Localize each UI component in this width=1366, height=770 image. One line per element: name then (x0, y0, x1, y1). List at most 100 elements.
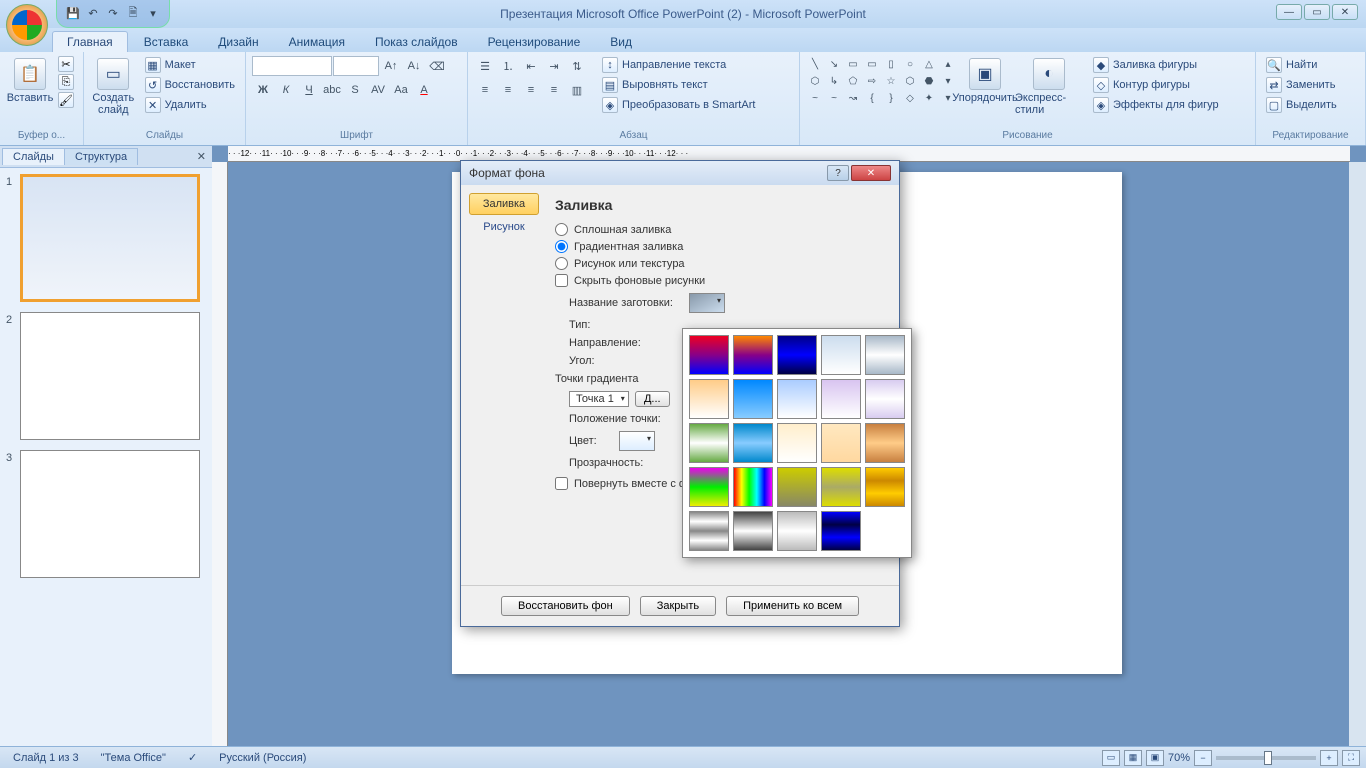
gradient-preset-9[interactable] (821, 379, 861, 419)
bold-icon[interactable]: Ж (252, 80, 274, 100)
preset-dropdown[interactable] (689, 293, 725, 313)
tab-slideshow[interactable]: Показ слайдов (361, 32, 472, 52)
gradient-preset-23[interactable] (777, 511, 817, 551)
new-slide-button[interactable]: ▭ Создать слайд (90, 56, 137, 118)
case-icon[interactable]: Aa (390, 80, 412, 100)
gradient-preset-12[interactable] (733, 423, 773, 463)
gradient-preset-22[interactable] (733, 511, 773, 551)
tab-animation[interactable]: Анимация (275, 32, 359, 52)
select-button[interactable]: ▢Выделить (1262, 96, 1341, 114)
clear-format-icon[interactable]: ⌫ (426, 56, 448, 76)
zoom-level[interactable]: 70% (1168, 752, 1190, 764)
slides-tab[interactable]: Слайды (2, 148, 65, 165)
gradient-fill-radio[interactable]: Градиентная заливка (555, 240, 883, 253)
gradient-preset-14[interactable] (821, 423, 861, 463)
slide-counter[interactable]: Слайд 1 из 3 (6, 749, 86, 767)
shape-effects-button[interactable]: ◈Эффекты для фигур (1089, 96, 1223, 114)
fit-view-icon[interactable]: ⛶ (1342, 750, 1360, 766)
decrease-indent-icon[interactable]: ⇤ (520, 56, 542, 76)
gradient-preset-21[interactable] (689, 511, 729, 551)
find-button[interactable]: 🔍Найти (1262, 56, 1341, 74)
zoom-slider[interactable] (1216, 756, 1316, 760)
office-button[interactable] (6, 4, 48, 46)
gradient-preset-10[interactable] (865, 379, 905, 419)
tab-review[interactable]: Рецензирование (474, 32, 595, 52)
dialog-close-button[interactable]: ✕ (851, 165, 891, 181)
align-right-icon[interactable]: ≡ (520, 80, 542, 100)
gradient-preset-7[interactable] (733, 379, 773, 419)
apply-all-button[interactable]: Применить ко всем (726, 596, 859, 616)
reset-button[interactable]: ↺Восстановить (141, 76, 239, 94)
numbering-icon[interactable]: ⒈ (497, 56, 519, 76)
gradient-preset-3[interactable] (777, 335, 817, 375)
zoom-in-button[interactable]: + (1320, 750, 1338, 766)
hide-graphics-checkbox[interactable]: Скрыть фоновые рисунки (555, 274, 883, 287)
shrink-font-icon[interactable]: A↓ (403, 56, 425, 76)
maximize-button[interactable]: ▭ (1304, 4, 1330, 20)
shape-fill-button[interactable]: ◆Заливка фигуры (1089, 56, 1223, 74)
gradient-preset-20[interactable] (865, 467, 905, 507)
align-text-button[interactable]: ▤Выровнять текст (598, 76, 759, 94)
align-left-icon[interactable]: ≡ (474, 80, 496, 100)
tab-design[interactable]: Дизайн (204, 32, 272, 52)
solid-fill-radio[interactable]: Сплошная заливка (555, 223, 883, 236)
gradient-preset-18[interactable] (777, 467, 817, 507)
gradient-preset-11[interactable] (689, 423, 729, 463)
gradient-preset-1[interactable] (689, 335, 729, 375)
increase-indent-icon[interactable]: ⇥ (543, 56, 565, 76)
color-picker[interactable] (619, 431, 655, 451)
theme-indicator[interactable]: "Тема Office" (94, 749, 173, 767)
gradient-preset-4[interactable] (821, 335, 861, 375)
arrange-button[interactable]: ▣ Упорядочить (961, 56, 1009, 106)
format-painter-icon[interactable]: 🖌 (58, 92, 74, 108)
copy-icon[interactable]: ⎘ (58, 74, 74, 90)
thumbnail-1[interactable]: 1 (6, 174, 206, 302)
gradient-preset-8[interactable] (777, 379, 817, 419)
align-center-icon[interactable]: ≡ (497, 80, 519, 100)
layout-button[interactable]: ▦Макет (141, 56, 239, 74)
gradient-preset-16[interactable] (689, 467, 729, 507)
delete-button[interactable]: ✕Удалить (141, 96, 239, 114)
gradient-preset-5[interactable] (865, 335, 905, 375)
gradient-preset-6[interactable] (689, 379, 729, 419)
thumbnail-2[interactable]: 2 (6, 312, 206, 440)
close-dialog-button[interactable]: Закрыть (640, 596, 716, 616)
gradient-preset-2[interactable] (733, 335, 773, 375)
font-family-combo[interactable] (252, 56, 332, 76)
gradient-preset-13[interactable] (777, 423, 817, 463)
zoom-out-button[interactable]: − (1194, 750, 1212, 766)
dialog-tab-picture[interactable]: Рисунок (469, 217, 539, 237)
close-button[interactable]: ✕ (1332, 4, 1358, 20)
picture-fill-radio[interactable]: Рисунок или текстура (555, 257, 883, 270)
restore-background-button[interactable]: Восстановить фон (501, 596, 630, 616)
italic-icon[interactable]: К (275, 80, 297, 100)
thumbnail-3[interactable]: 3 (6, 450, 206, 578)
sorter-view-icon[interactable]: ▦ (1124, 750, 1142, 766)
gradient-preset-15[interactable] (865, 423, 905, 463)
bullets-icon[interactable]: ☰ (474, 56, 496, 76)
dialog-help-button[interactable]: ? (827, 165, 849, 181)
paste-button[interactable]: 📋 Вставить (6, 56, 54, 106)
tab-insert[interactable]: Вставка (130, 32, 203, 52)
stop-select[interactable]: Точка 1 (569, 391, 629, 407)
font-color-icon[interactable]: A (413, 80, 435, 100)
text-direction-button[interactable]: ↕Направление текста (598, 56, 759, 74)
minimize-button[interactable]: — (1276, 4, 1302, 20)
columns-icon[interactable]: ▥ (566, 80, 588, 100)
cut-icon[interactable]: ✂ (58, 56, 74, 72)
shape-outline-button[interactable]: ◇Контур фигуры (1089, 76, 1223, 94)
normal-view-icon[interactable]: ▭ (1102, 750, 1120, 766)
gradient-preset-24[interactable] (821, 511, 861, 551)
dialog-title-bar[interactable]: Формат фона ? ✕ (461, 161, 899, 185)
vertical-scrollbar[interactable] (1349, 162, 1366, 746)
line-spacing-icon[interactable]: ⇅ (566, 56, 588, 76)
gradient-preset-17[interactable] (733, 467, 773, 507)
shadow-icon[interactable]: S (344, 80, 366, 100)
panel-close-icon[interactable]: ✕ (197, 150, 206, 163)
dialog-tab-fill[interactable]: Заливка (469, 193, 539, 215)
font-size-combo[interactable] (333, 56, 379, 76)
grow-font-icon[interactable]: A↑ (380, 56, 402, 76)
gradient-preset-19[interactable] (821, 467, 861, 507)
tab-home[interactable]: Главная (52, 31, 128, 52)
language-indicator[interactable]: Русский (Россия) (212, 749, 313, 767)
